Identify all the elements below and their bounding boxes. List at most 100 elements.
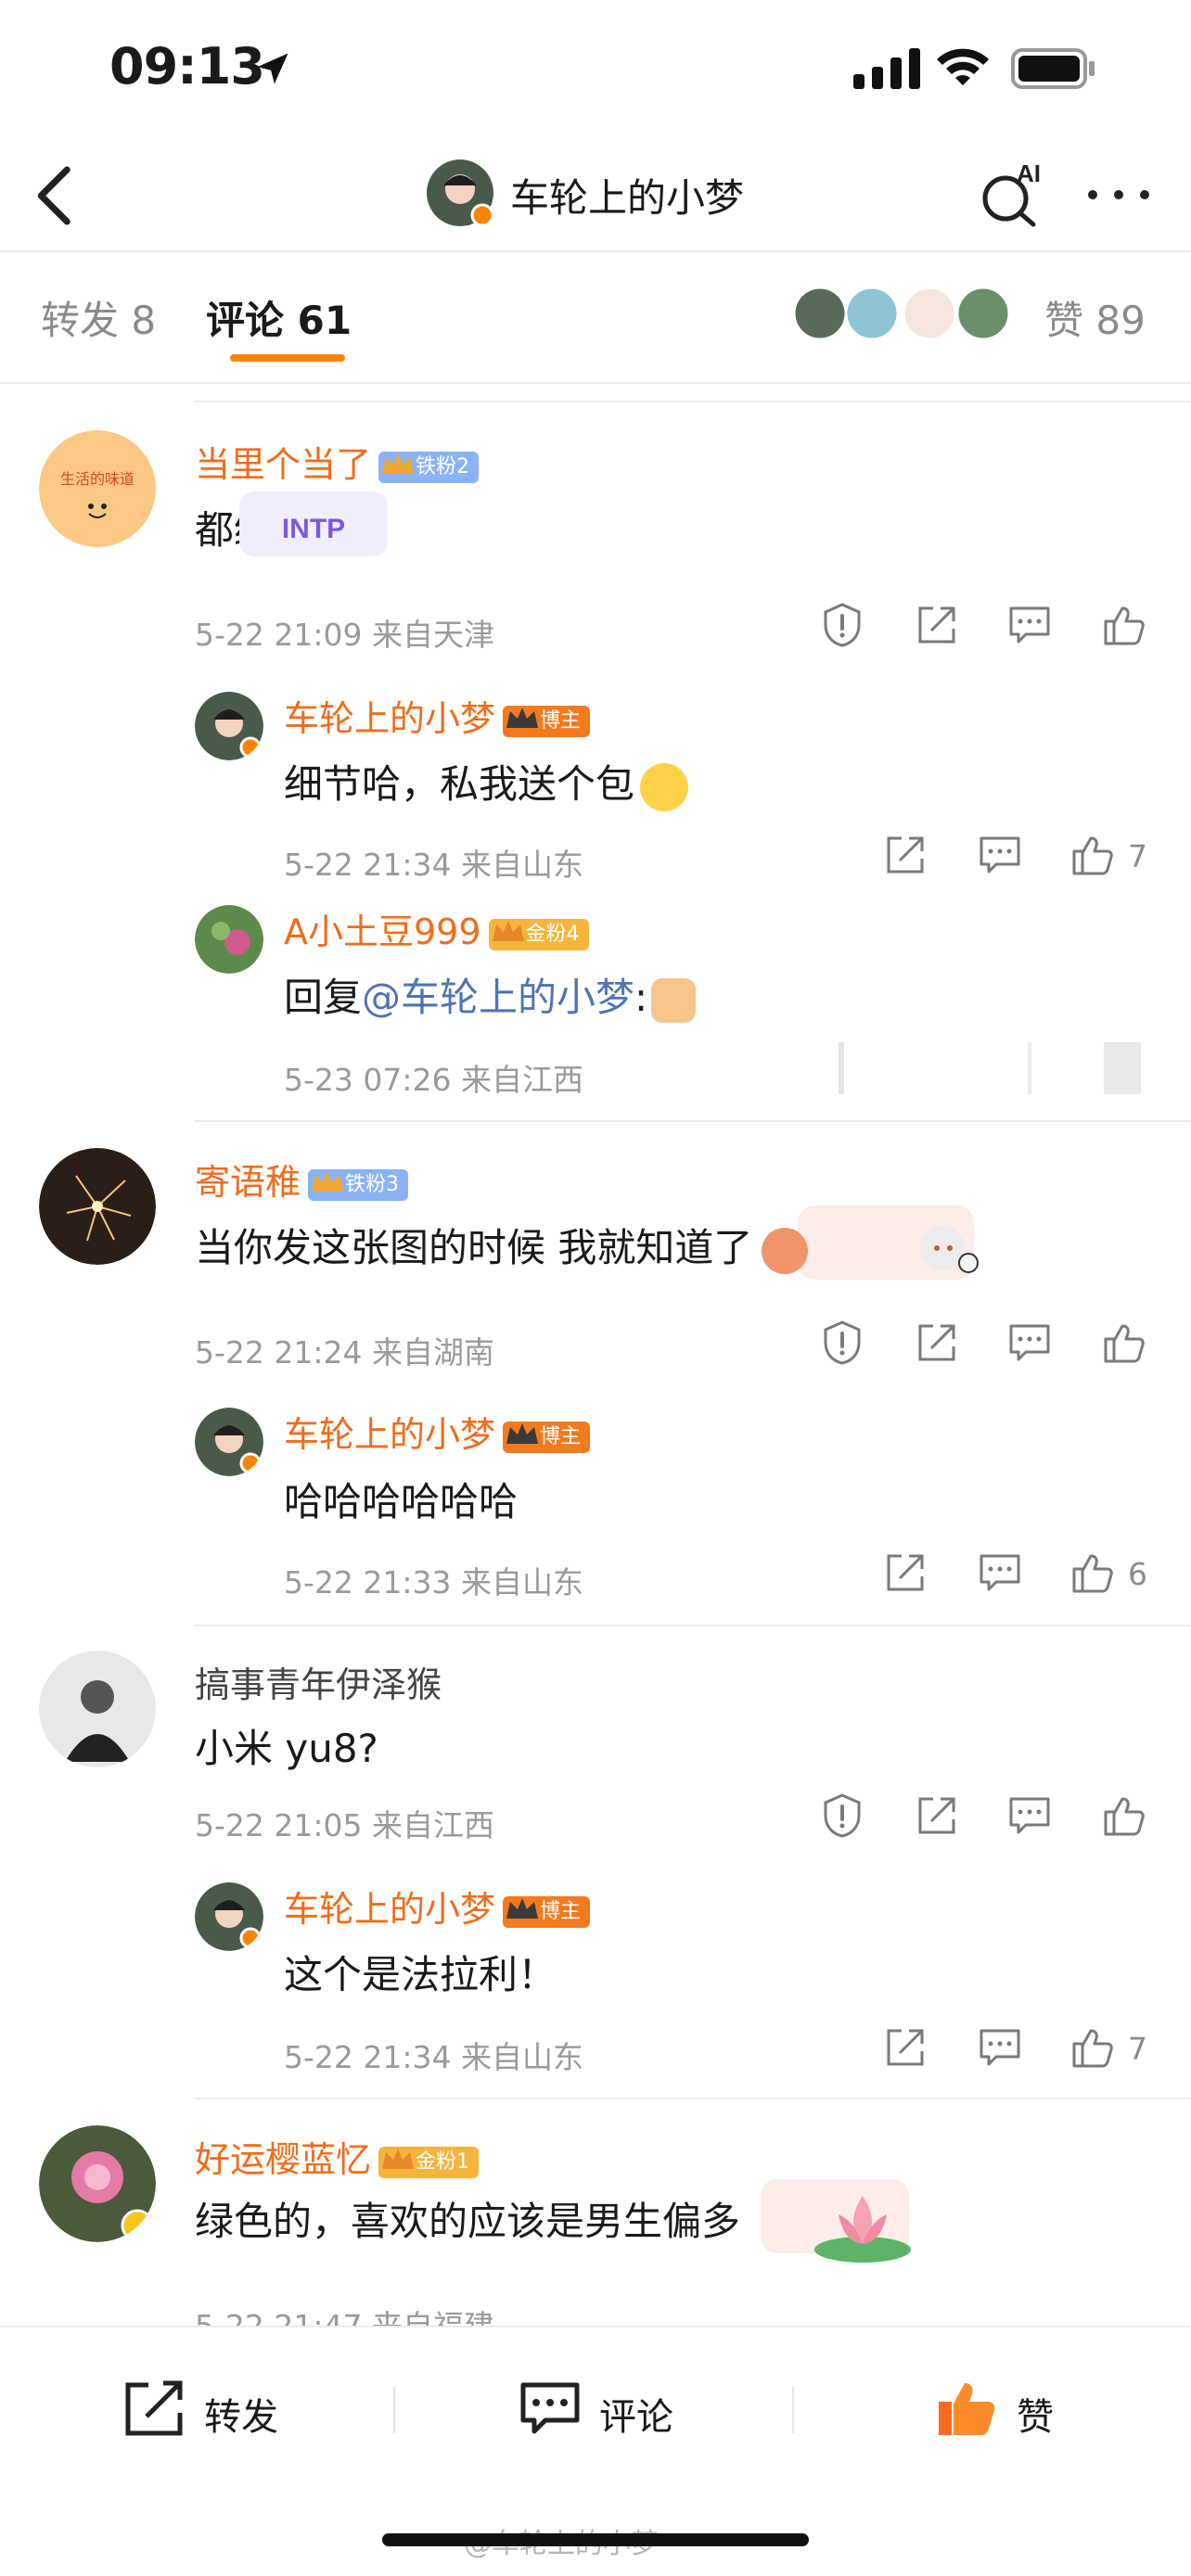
reply-text: 细节哈，私我送个包 — [284, 753, 689, 811]
report-icon[interactable] — [818, 1792, 866, 1840]
fan-badge-label: 金粉1 — [416, 2149, 470, 2174]
fade-bar — [839, 1042, 844, 1094]
fan-badge: 铁粉3 — [308, 1168, 409, 1201]
divider — [195, 401, 1191, 402]
report-icon[interactable] — [818, 1319, 866, 1367]
fan-badge: 金粉4 — [488, 918, 589, 950]
comment-icon — [520, 2382, 580, 2434]
share-icon[interactable] — [881, 1549, 929, 1597]
like-icon[interactable] — [1100, 601, 1148, 649]
reply-suffix: : — [634, 975, 648, 1020]
reply-text-body: 细节哈，私我送个包 — [284, 761, 635, 807]
comment-text: 当你发这张图的时候 我就知道了 — [195, 1217, 809, 1274]
status-time: 09:13 — [109, 37, 265, 96]
comment-actions — [0, 1319, 1191, 1374]
ai-search-icon[interactable]: AI — [976, 156, 1046, 230]
share-icon[interactable] — [913, 601, 961, 649]
comment-icon[interactable] — [1005, 1792, 1054, 1840]
comment-icon[interactable] — [976, 1549, 1024, 1597]
comment-icon[interactable] — [1005, 601, 1054, 649]
page-title: 车轮上的小梦 — [510, 175, 745, 221]
like-icon[interactable] — [1069, 831, 1117, 879]
reply-avatar[interactable] — [195, 692, 263, 760]
home-indicator[interactable] — [382, 2533, 809, 2546]
reply-name-text[interactable]: 车轮上的小梦 — [284, 1889, 495, 1930]
like-count: 7 — [1128, 838, 1147, 874]
commenter-name[interactable]: 当里个当了 铁粉2 — [195, 436, 480, 487]
bottom-like-button[interactable]: 赞 — [935, 2378, 1083, 2442]
commenter-avatar[interactable] — [39, 2125, 156, 2242]
reply-prefix: 回复 — [284, 975, 363, 1020]
reply-avatar[interactable] — [195, 1408, 263, 1476]
like-icon[interactable] — [1100, 1792, 1148, 1840]
share-icon — [125, 2380, 183, 2436]
commenter-name[interactable]: 搞事青年伊泽猴 — [195, 1656, 442, 1707]
tab-bar: 转发 8 评论 61 赞 89 — [0, 254, 1191, 384]
status-bar: 09:13 — [0, 0, 1191, 139]
reply-meta: 5-22 21:33 来自山东 — [284, 1564, 583, 1600]
share-icon[interactable] — [881, 831, 929, 879]
more-icon[interactable] — [1083, 178, 1154, 211]
like-icon[interactable] — [1069, 2023, 1117, 2072]
like-icon[interactable] — [1069, 1549, 1117, 1597]
commenter-name-text[interactable]: 寄语稚 — [195, 1162, 301, 1203]
reply-meta: 5-22 21:34 来自山东 — [284, 847, 583, 883]
commenter-name[interactable]: 寄语稚 铁粉3 — [195, 1154, 409, 1205]
share-icon[interactable] — [913, 1319, 961, 1367]
reply-avatar[interactable] — [195, 905, 263, 974]
like-icon[interactable] — [1100, 1319, 1148, 1367]
author-badge: 博主 — [503, 705, 591, 737]
tab-comment[interactable]: 评论 61 — [206, 289, 1191, 346]
commenter-name-text[interactable]: 好运樱蓝忆 — [195, 2139, 371, 2180]
share-icon[interactable] — [913, 1792, 961, 1840]
commenter-name[interactable]: 好运樱蓝忆 金粉1 — [195, 2131, 480, 2182]
tab-active-indicator — [230, 354, 345, 362]
crown-icon — [506, 707, 539, 728]
tab-repost[interactable]: 转发 8 — [41, 289, 156, 346]
divider — [393, 2387, 395, 2433]
commenter-avatar[interactable] — [39, 1651, 156, 1767]
report-icon[interactable] — [818, 601, 866, 649]
comment-icon[interactable] — [1005, 1319, 1054, 1367]
location-arrow-icon — [257, 53, 288, 84]
share-icon[interactable] — [881, 2023, 929, 2072]
battery-icon — [1011, 48, 1095, 89]
reply-name-text[interactable]: A小土豆999 — [284, 912, 481, 952]
bottom-comment-label: 评论 — [599, 2396, 673, 2439]
comment-icon[interactable] — [976, 831, 1024, 879]
svg-text:AI: AI — [1017, 159, 1041, 187]
reply-name[interactable]: 车轮上的小梦 博主 — [284, 690, 591, 741]
author-avatar[interactable] — [425, 158, 495, 228]
author-badge: 博主 — [503, 1895, 591, 1928]
reply-name-text[interactable]: 车轮上的小梦 — [284, 698, 495, 739]
sticker-label: INTP — [282, 514, 345, 544]
fan-badge-label: 铁粉3 — [345, 1172, 400, 1196]
divider — [195, 1120, 1191, 1122]
reply-avatar[interactable] — [195, 1882, 263, 1951]
reply-name-text[interactable]: 车轮上的小梦 — [284, 1414, 495, 1455]
top-nav: 车轮上的小梦 AI — [0, 139, 1191, 252]
comment-actions — [0, 601, 1191, 657]
fan-badge-label: 铁粉2 — [416, 454, 470, 478]
mention-link[interactable]: @车轮上的小梦 — [362, 975, 634, 1020]
reply-meta: 5-23 07:26 来自江西 — [284, 1062, 583, 1098]
fan-badge: 铁粉2 — [378, 451, 480, 483]
bottom-repost-button[interactable]: 转发 — [122, 2378, 308, 2442]
reply-name[interactable]: 车轮上的小梦 博主 — [284, 1881, 591, 1932]
crown-icon — [492, 920, 524, 941]
commenter-name-text[interactable]: 当里个当了 — [195, 444, 371, 485]
comment-text: 绿色的，喜欢的应该是男生偏多 — [195, 2199, 741, 2244]
commenter-avatar[interactable]: 生活的味道 — [39, 430, 156, 547]
comment-icon[interactable] — [976, 2023, 1024, 2072]
bottom-comment-button[interactable]: 评论 — [518, 2378, 703, 2442]
back-icon[interactable] — [28, 163, 83, 228]
reply-text: 这个是法拉利！ — [284, 1952, 557, 1997]
commenter-avatar[interactable] — [39, 1148, 156, 1265]
crown-icon — [506, 1897, 539, 1919]
anime-sticker — [920, 1226, 979, 1273]
reply-name[interactable]: 车轮上的小梦 博主 — [284, 1406, 591, 1457]
crown-icon — [312, 1170, 344, 1192]
tab-likes[interactable]: 赞 89 — [1044, 289, 1146, 346]
reply-name[interactable]: A小土豆999 金粉4 — [284, 903, 589, 954]
liker-avatars[interactable] — [792, 284, 1015, 343]
